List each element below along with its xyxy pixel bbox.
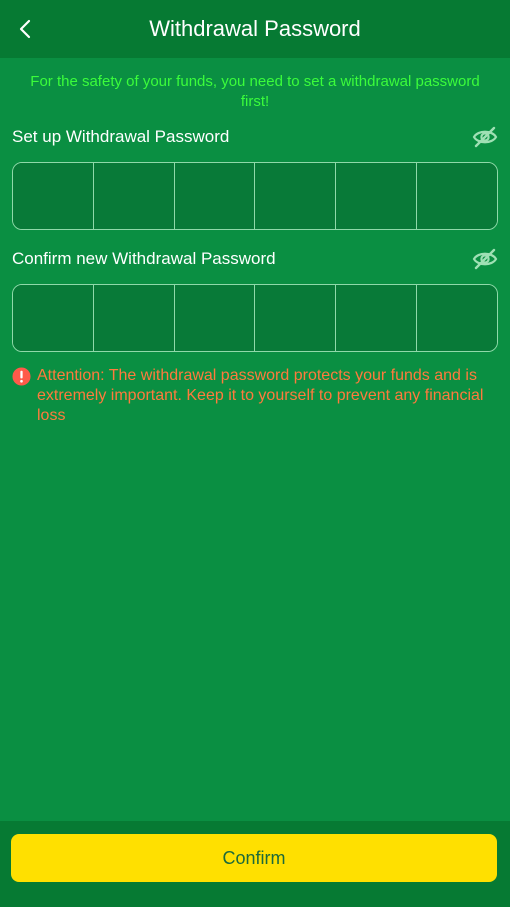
pin-digit-5[interactable] <box>336 285 418 351</box>
pin-digit-1[interactable] <box>13 285 94 351</box>
confirm-password-input[interactable] <box>12 284 498 352</box>
back-button[interactable] <box>10 14 40 44</box>
pin-digit-2[interactable] <box>93 285 175 351</box>
pin-digit-6[interactable] <box>417 285 497 351</box>
pin-digit-2[interactable] <box>93 163 175 229</box>
confirm-password-header: Confirm new Withdrawal Password <box>0 244 510 274</box>
confirm-password-visibility-toggle[interactable] <box>472 246 498 272</box>
pin-digit-3[interactable] <box>174 285 256 351</box>
setup-password-header: Set up Withdrawal Password <box>0 122 510 152</box>
pin-digit-6[interactable] <box>417 163 497 229</box>
eye-off-icon <box>472 248 498 270</box>
setup-password-visibility-toggle[interactable] <box>472 124 498 150</box>
attention-message: Attention: The withdrawal password prote… <box>12 366 498 426</box>
chevron-left-icon <box>19 19 31 39</box>
attention-text: Attention: The withdrawal password prote… <box>37 367 484 424</box>
pin-digit-4[interactable] <box>255 285 337 351</box>
footer-bar: Confirm <box>0 821 510 907</box>
pin-digit-5[interactable] <box>336 163 418 229</box>
confirm-button[interactable]: Confirm <box>11 834 497 882</box>
page-title: Withdrawal Password <box>149 16 361 41</box>
pin-digit-4[interactable] <box>255 163 337 229</box>
setup-password-input[interactable] <box>12 162 498 230</box>
safety-notice: For the safety of your funds, you need t… <box>30 73 480 110</box>
top-bar: Withdrawal Password <box>0 0 510 58</box>
pin-digit-3[interactable] <box>174 163 256 229</box>
eye-off-icon <box>472 126 498 148</box>
pin-digit-1[interactable] <box>13 163 94 229</box>
alert-circle-icon <box>12 367 31 386</box>
confirm-password-label: Confirm new Withdrawal Password <box>12 249 276 268</box>
setup-password-label: Set up Withdrawal Password <box>12 127 230 146</box>
